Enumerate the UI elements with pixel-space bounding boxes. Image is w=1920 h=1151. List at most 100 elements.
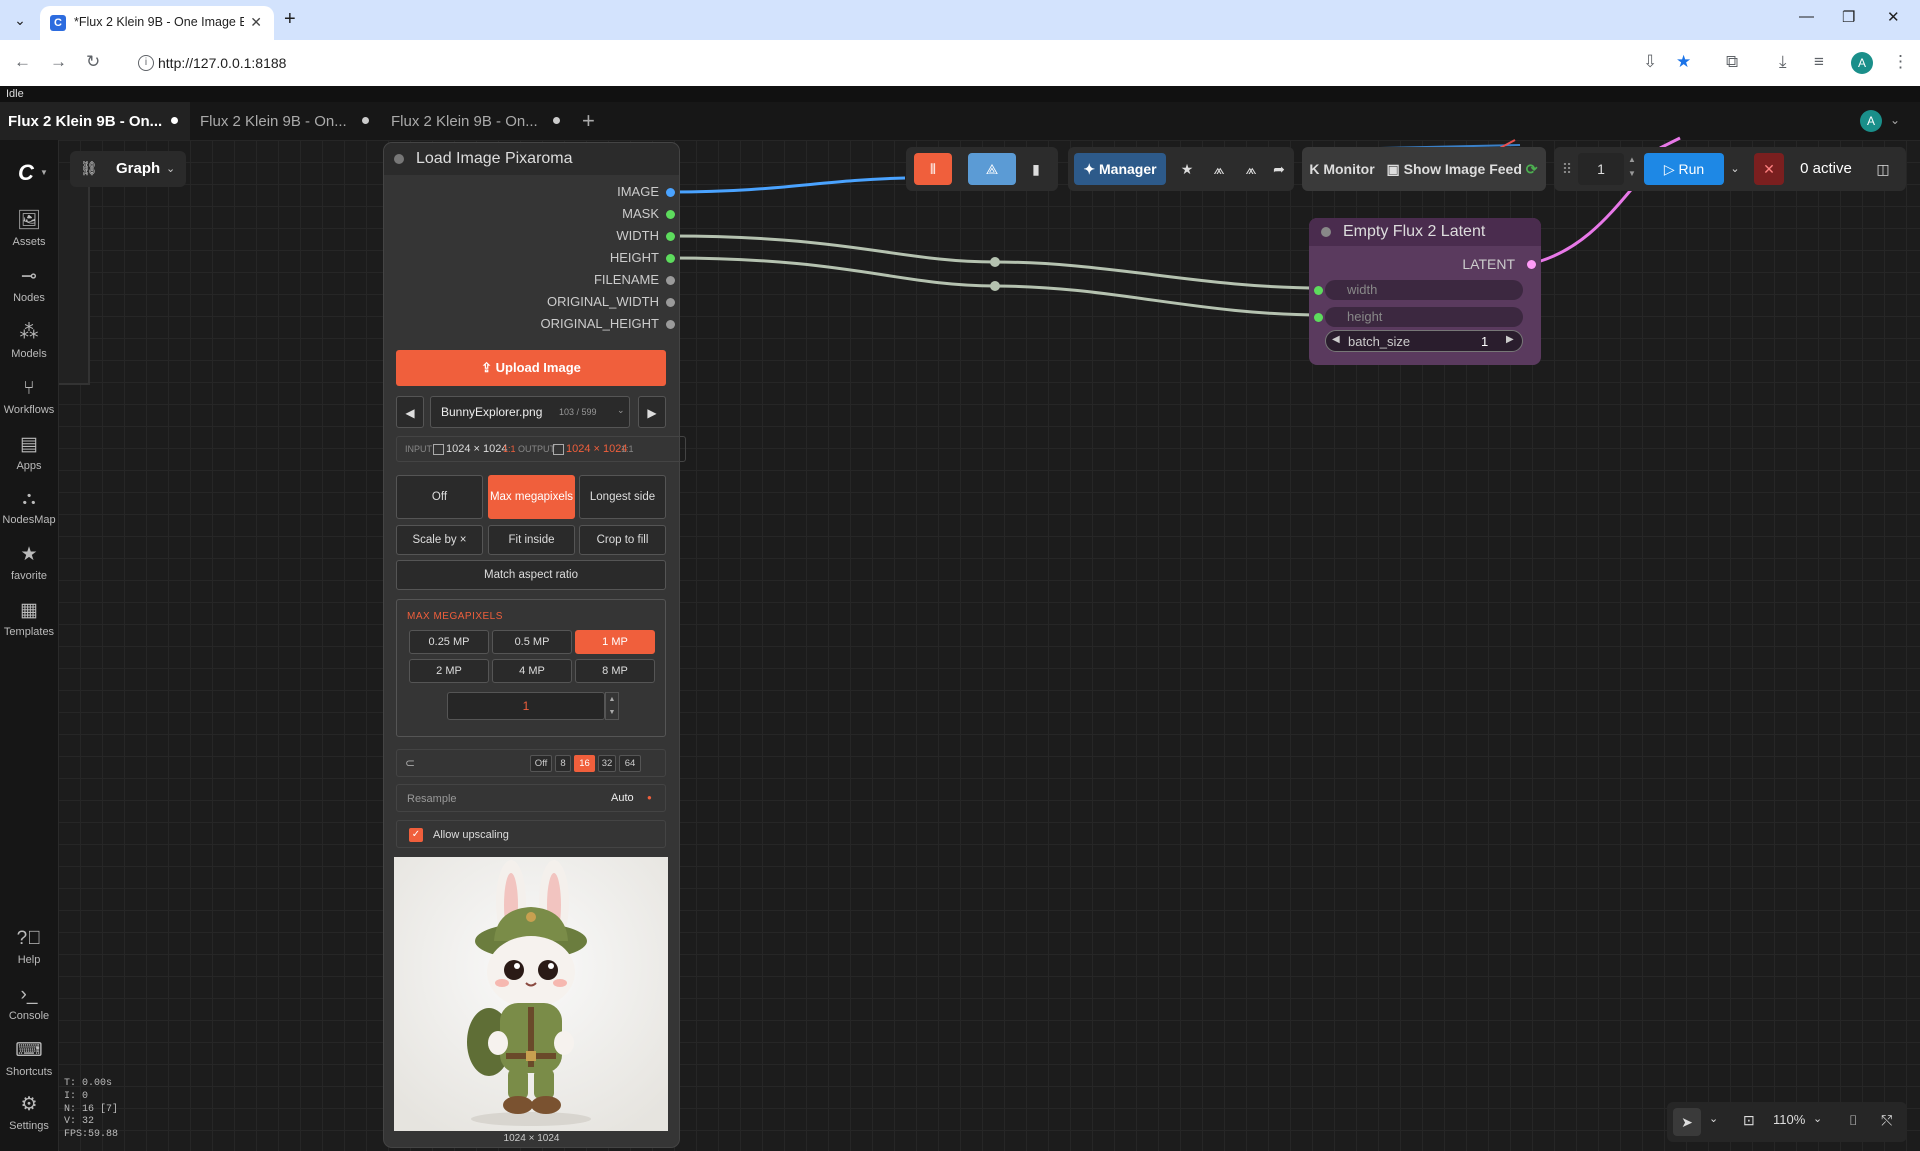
manager-button[interactable]: ✦ Manager: [1074, 153, 1166, 185]
cancel-run-button[interactable]: ✕: [1754, 153, 1784, 185]
run-options-chevron-icon[interactable]: ⌄: [1726, 153, 1744, 185]
image-feed-icon: ▣: [1386, 161, 1404, 177]
megapixels-input[interactable]: 1: [447, 692, 605, 720]
batch-size-stepper[interactable]: ◀ batch_size 1 ▶: [1325, 330, 1523, 352]
model-icon-1[interactable]: ⩕: [1206, 153, 1232, 185]
resample-label: Resample: [407, 793, 457, 805]
upload-label: Upload Image: [495, 360, 581, 375]
output-mask-socket[interactable]: [666, 210, 675, 219]
mode-max-megapixels-button[interactable]: Max megapixels: [488, 475, 575, 519]
minimap-icon[interactable]: ⌷: [1849, 1112, 1857, 1129]
allow-upscaling-row[interactable]: ✓ Allow upscaling: [396, 820, 666, 848]
chevron-down-icon[interactable]: ⌄: [1813, 1112, 1822, 1125]
sidebar-item-apps[interactable]: ▤ Apps: [0, 434, 58, 472]
models-icon: ⁂: [19, 322, 39, 343]
output-original-height-socket[interactable]: [666, 320, 675, 329]
mode-off-button[interactable]: Off: [396, 475, 483, 519]
zoom-level[interactable]: 110%: [1773, 1112, 1805, 1127]
mode-scale-by-button[interactable]: Scale by ×: [396, 525, 483, 555]
active-queue-count[interactable]: 0 active: [1790, 153, 1862, 185]
mp-option-1[interactable]: 1 MP: [575, 630, 655, 654]
run-button[interactable]: ▷ Run: [1644, 153, 1724, 185]
snap-16-button[interactable]: 16: [574, 755, 595, 772]
mode-longest-side-button[interactable]: Longest side: [579, 475, 666, 519]
drag-handle-icon[interactable]: ⠿: [1560, 153, 1574, 185]
collapse-dot-icon[interactable]: [1321, 227, 1331, 237]
output-height-socket[interactable]: [666, 254, 675, 263]
output-width-socket[interactable]: [666, 232, 675, 241]
input-height-socket[interactable]: [1314, 313, 1323, 322]
sidebar-item-console[interactable]: ›_ Console: [0, 984, 58, 1022]
chevron-down-icon[interactable]: ⌄: [1709, 1112, 1718, 1125]
output-latent-label: LATENT: [1462, 256, 1515, 272]
output-filename-socket[interactable]: [666, 276, 675, 285]
sidebar-item-label: Console: [8, 1010, 50, 1022]
megapixels-spinner[interactable]: ▲ ▼: [605, 692, 619, 720]
bookmark-icon[interactable]: ▮: [1022, 153, 1050, 185]
node-title-bar[interactable]: Empty Flux 2 Latent: [1309, 218, 1541, 246]
sidebar-item-nodes[interactable]: ⊸ Nodes: [0, 266, 58, 304]
fit-view-icon[interactable]: ⊡: [1743, 1112, 1755, 1129]
output-original-width-socket[interactable]: [666, 298, 675, 307]
input-link-checkbox[interactable]: [433, 444, 444, 455]
console-icon: ›_: [20, 984, 38, 1005]
hide-links-icon[interactable]: ⤲: [1881, 1112, 1892, 1129]
upload-image-button[interactable]: ⇪ Upload Image: [396, 350, 666, 386]
prev-file-button[interactable]: ◀: [396, 396, 424, 428]
allow-upscaling-checkbox[interactable]: ✓: [409, 828, 423, 842]
feed-status-icon: ⟳: [1521, 161, 1538, 177]
file-select[interactable]: BunnyExplorer.png 103 / 599 ⌄: [430, 396, 630, 428]
height-input[interactable]: height: [1325, 307, 1523, 327]
mp-option-2[interactable]: 2 MP: [409, 659, 489, 683]
queue-count-input[interactable]: 1: [1578, 153, 1624, 185]
snap-64-button[interactable]: 64: [619, 755, 641, 772]
sidebar-item-workflows[interactable]: ⑂ Workflows: [0, 378, 58, 416]
sidebar-item-help[interactable]: ?⃝ Help: [0, 928, 58, 966]
snap-off-button[interactable]: Off: [530, 755, 552, 772]
reroute-dot: [990, 257, 1000, 267]
share-arrow-icon[interactable]: ➦: [1266, 153, 1292, 185]
match-aspect-ratio-button[interactable]: Match aspect ratio: [396, 560, 666, 590]
queue-count-spinner[interactable]: ▲ ▼: [1626, 153, 1638, 185]
sidebar-item-templates[interactable]: ▦ Templates: [0, 600, 58, 638]
sidebar-item-assets[interactable]: 🖼 Assets: [0, 210, 58, 248]
graph-mode-button[interactable]: ⛓ Graph ⌄: [70, 151, 186, 187]
increment-arrow-icon[interactable]: ▶: [1506, 334, 1514, 345]
sidebar-item-models[interactable]: ⁂ Models: [0, 322, 58, 360]
decrement-arrow-icon[interactable]: ◀: [1332, 334, 1340, 345]
snap-32-button[interactable]: 32: [598, 755, 616, 772]
collapse-dot-icon[interactable]: [394, 154, 404, 164]
star-icon[interactable]: ★: [1174, 153, 1200, 185]
sidebar-item-nodesmap[interactable]: ⛬ NodesMap: [0, 488, 58, 526]
sidebar-item-shortcuts[interactable]: ⌨ Shortcuts: [0, 1040, 58, 1078]
empty-latent-node[interactable]: Empty Flux 2 Latent LATENT width height …: [1309, 218, 1541, 365]
width-input[interactable]: width: [1325, 280, 1523, 300]
show-image-feed-button[interactable]: ▣ Show Image Feed ⟳: [1386, 153, 1538, 185]
output-latent-socket[interactable]: [1527, 260, 1536, 269]
chevron-down-icon[interactable]: ▼: [40, 168, 48, 177]
input-width-socket[interactable]: [1314, 286, 1323, 295]
mode-crop-to-fill-button[interactable]: Crop to fill: [579, 525, 666, 555]
sidebar-item-favorite[interactable]: ★ favorite: [0, 544, 58, 582]
mp-option-8[interactable]: 8 MP: [575, 659, 655, 683]
mp-option-0-25[interactable]: 0.25 MP: [409, 630, 489, 654]
mp-option-0-5[interactable]: 0.5 MP: [492, 630, 572, 654]
model-icon-2[interactable]: ⩕: [1238, 153, 1264, 185]
node-title-bar[interactable]: Load Image Pixaroma: [384, 143, 679, 175]
toggle-panel-icon[interactable]: ◫: [1868, 153, 1898, 185]
load-image-node[interactable]: Load Image Pixaroma IMAGE MASK WIDTH HEI…: [384, 143, 686, 1147]
snap-8-button[interactable]: 8: [555, 755, 571, 772]
mp-option-4[interactable]: 4 MP: [492, 659, 572, 683]
triangle-logo-icon[interactable]: ⟁: [968, 153, 1016, 185]
comfy-logo[interactable]: C: [18, 160, 34, 186]
preview-dimensions: 1024 × 1024: [503, 1133, 560, 1144]
monitor-button[interactable]: K Monitor: [1308, 153, 1376, 185]
resample-select[interactable]: Resample Auto ●: [396, 784, 666, 812]
output-link-checkbox[interactable]: [553, 444, 564, 455]
next-file-button[interactable]: ▶: [638, 396, 666, 428]
pixaroma-icon[interactable]: ⦀: [914, 153, 952, 185]
output-image-socket[interactable]: [666, 188, 675, 197]
select-cursor-icon[interactable]: ➤: [1673, 1108, 1701, 1136]
mode-fit-inside-button[interactable]: Fit inside: [488, 525, 575, 555]
sidebar-item-settings[interactable]: ⚙ Settings: [0, 1094, 58, 1132]
